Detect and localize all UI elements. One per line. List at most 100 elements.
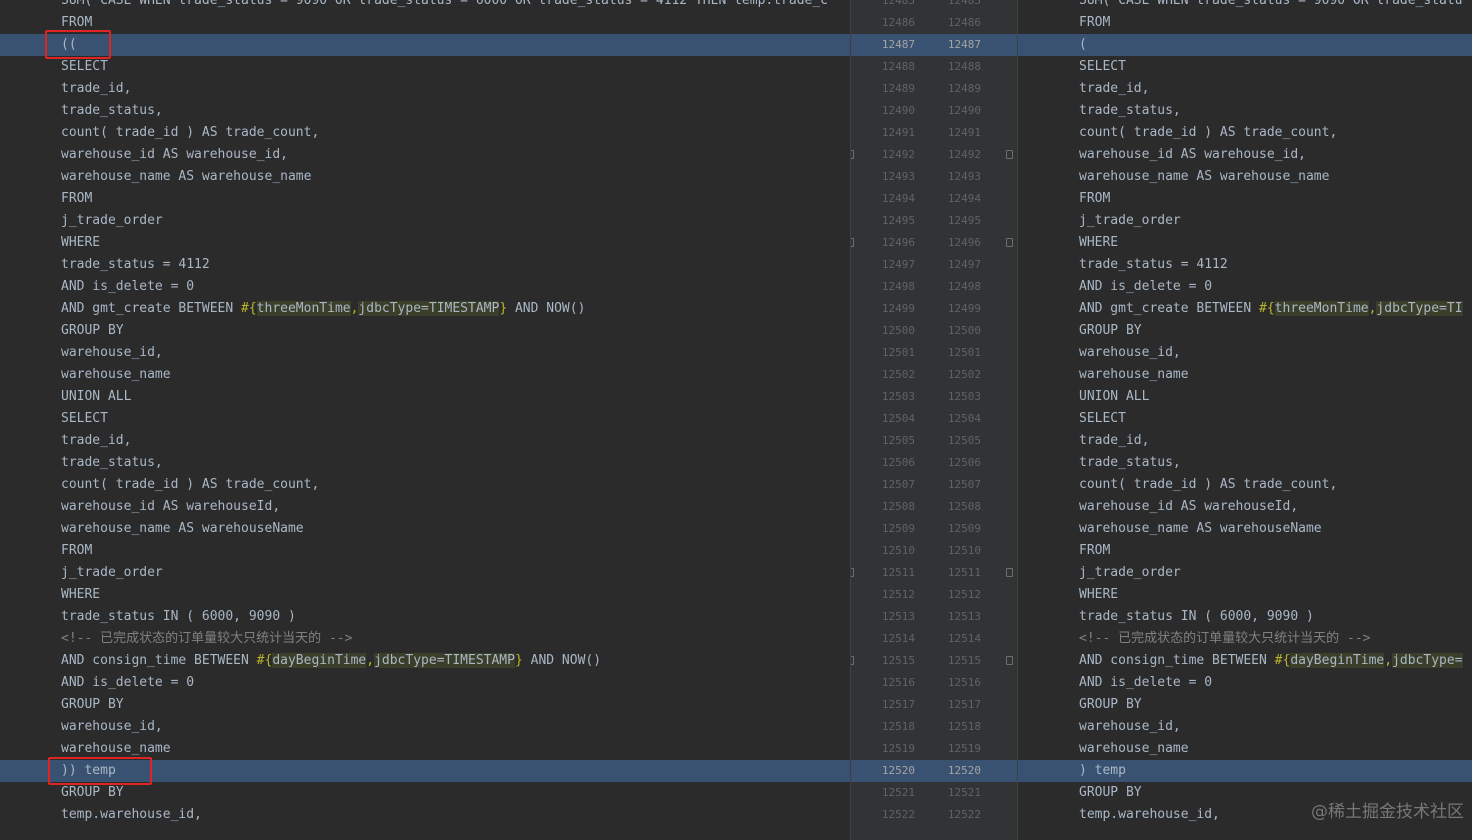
right-editor-pane[interactable]: SUM( CASE WHEN trade_status = 9090 OR tr… xyxy=(1018,0,1472,840)
fold-marker-icon[interactable] xyxy=(851,150,854,159)
code-line[interactable]: j_trade_order xyxy=(1018,562,1472,584)
code-line[interactable]: warehouse_name AS warehouse_name xyxy=(1018,166,1472,188)
code-line[interactable]: AND consign_time BETWEEN #{dayBeginTime,… xyxy=(1018,650,1472,672)
code-token: AND NOW() xyxy=(507,301,586,316)
code-line[interactable]: ) temp xyxy=(1018,760,1472,782)
code-line[interactable]: GROUP BY xyxy=(1018,694,1472,716)
code-line[interactable]: SELECT xyxy=(1018,408,1472,430)
code-line[interactable]: SELECT xyxy=(0,408,850,430)
code-line[interactable]: <!-- 已完成状态的订单量较大只统计当天的 --> xyxy=(1018,628,1472,650)
code-line[interactable]: GROUP BY xyxy=(0,694,850,716)
code-token: warehouse_id, xyxy=(1079,345,1181,360)
code-line[interactable]: AND is_delete = 0 xyxy=(1018,276,1472,298)
right-line-number: 12511 xyxy=(947,566,981,579)
code-line[interactable]: count( trade_id ) AS trade_count, xyxy=(1018,474,1472,496)
code-line[interactable]: trade_status, xyxy=(1018,100,1472,122)
code-line[interactable]: SUM( CASE WHEN trade_status = 9090 OR tr… xyxy=(1018,0,1472,12)
code-line[interactable]: GROUP BY xyxy=(0,320,850,342)
code-line[interactable]: warehouse_name AS warehouseName xyxy=(0,518,850,540)
fold-marker-icon[interactable] xyxy=(1006,656,1013,665)
code-line[interactable]: WHERE xyxy=(1018,232,1472,254)
left-editor-pane[interactable]: SUM( CASE WHEN trade_status = 9090 OR tr… xyxy=(0,0,850,840)
code-line[interactable]: warehouse_name AS warehouse_name xyxy=(0,166,850,188)
code-text: FROM xyxy=(1079,12,1110,34)
code-line[interactable]: trade_status, xyxy=(0,100,850,122)
code-line[interactable]: warehouse_id AS warehouse_id, xyxy=(0,144,850,166)
code-line[interactable]: trade_id, xyxy=(0,430,850,452)
code-line[interactable]: FROM xyxy=(1018,540,1472,562)
code-line[interactable]: j_trade_order xyxy=(1018,210,1472,232)
code-line[interactable]: warehouse_id, xyxy=(1018,342,1472,364)
code-token: trade_status, xyxy=(61,455,163,470)
fold-marker-icon[interactable] xyxy=(851,656,854,665)
code-line[interactable]: trade_id, xyxy=(0,78,850,100)
code-line[interactable]: j_trade_order xyxy=(0,562,850,584)
code-line[interactable]: FROM xyxy=(0,540,850,562)
code-line[interactable]: warehouse_name xyxy=(1018,738,1472,760)
code-line[interactable]: WHERE xyxy=(1018,584,1472,606)
code-line[interactable]: trade_status = 4112 xyxy=(0,254,850,276)
code-line[interactable]: AND gmt_create BETWEEN #{threeMonTime,jd… xyxy=(0,298,850,320)
code-line[interactable]: FROM xyxy=(1018,188,1472,210)
fold-marker-icon[interactable] xyxy=(851,568,854,577)
code-line[interactable]: AND is_delete = 0 xyxy=(0,672,850,694)
code-line[interactable]: trade_status, xyxy=(1018,452,1472,474)
code-line[interactable]: trade_status = 4112 xyxy=(1018,254,1472,276)
fold-marker-icon[interactable] xyxy=(851,238,854,247)
code-token: j_trade_order xyxy=(61,213,163,228)
code-token: jdbcType=TI xyxy=(1376,301,1463,316)
code-line[interactable]: warehouse_id, xyxy=(0,342,850,364)
code-line[interactable]: AND is_delete = 0 xyxy=(1018,672,1472,694)
code-text: count( trade_id ) AS trade_count, xyxy=(61,122,319,144)
code-line[interactable]: count( trade_id ) AS trade_count, xyxy=(0,474,850,496)
code-line[interactable]: warehouse_id AS warehouse_id, xyxy=(1018,144,1472,166)
code-line[interactable]: GROUP BY xyxy=(1018,320,1472,342)
code-line[interactable]: (( xyxy=(0,34,850,56)
code-line[interactable]: j_trade_order xyxy=(0,210,850,232)
code-token: #{ xyxy=(256,653,273,668)
code-line[interactable]: AND gmt_create BETWEEN #{threeMonTime,jd… xyxy=(1018,298,1472,320)
code-line[interactable]: trade_id, xyxy=(1018,430,1472,452)
code-line[interactable]: count( trade_id ) AS trade_count, xyxy=(0,122,850,144)
code-line[interactable]: warehouse_id, xyxy=(0,716,850,738)
fold-marker-icon[interactable] xyxy=(1006,238,1013,247)
code-line[interactable]: count( trade_id ) AS trade_count, xyxy=(1018,122,1472,144)
code-line[interactable]: UNION ALL xyxy=(1018,386,1472,408)
code-line[interactable]: trade_id, xyxy=(1018,78,1472,100)
code-line[interactable]: ( xyxy=(1018,34,1472,56)
code-line[interactable]: AND is_delete = 0 xyxy=(0,276,850,298)
code-line[interactable]: WHERE xyxy=(0,232,850,254)
code-token: trade_status = 4112 xyxy=(61,257,210,272)
left-line-number: 12489 xyxy=(881,82,915,95)
code-line[interactable]: <!-- 已完成状态的订单量较大只统计当天的 --> xyxy=(0,628,850,650)
code-line[interactable]: WHERE xyxy=(0,584,850,606)
code-text: count( trade_id ) AS trade_count, xyxy=(61,474,319,496)
code-line[interactable]: GROUP BY xyxy=(0,782,850,804)
code-line[interactable]: SUM( CASE WHEN trade_status = 9090 OR tr… xyxy=(0,0,850,12)
code-text: j_trade_order xyxy=(61,562,163,584)
code-line[interactable]: warehouse_id, xyxy=(1018,716,1472,738)
code-line[interactable]: trade_status IN ( 6000, 9090 ) xyxy=(1018,606,1472,628)
gutter-row: 12486 12486 xyxy=(851,12,1017,34)
code-line[interactable]: SELECT xyxy=(0,56,850,78)
code-line[interactable]: warehouse_id AS warehouseId, xyxy=(1018,496,1472,518)
code-line[interactable]: FROM xyxy=(0,12,850,34)
code-line[interactable]: SELECT xyxy=(1018,56,1472,78)
code-line[interactable]: UNION ALL xyxy=(0,386,850,408)
code-line[interactable]: trade_status, xyxy=(0,452,850,474)
code-text: SUM( CASE WHEN trade_status = 9090 OR tr… xyxy=(61,0,828,12)
code-line[interactable]: temp.warehouse_id, xyxy=(0,804,850,826)
code-token: FROM xyxy=(61,543,93,558)
code-line[interactable]: warehouse_name AS warehouseName xyxy=(1018,518,1472,540)
code-line[interactable]: warehouse_name xyxy=(1018,364,1472,386)
fold-marker-icon[interactable] xyxy=(1006,150,1013,159)
fold-marker-icon[interactable] xyxy=(1006,568,1013,577)
code-line[interactable]: warehouse_id AS warehouseId, xyxy=(0,496,850,518)
code-line[interactable]: trade_status IN ( 6000, 9090 ) xyxy=(0,606,850,628)
code-line[interactable]: warehouse_name xyxy=(0,364,850,386)
code-text: AND gmt_create BETWEEN #{threeMonTime,jd… xyxy=(1079,298,1463,320)
code-line[interactable]: FROM xyxy=(1018,12,1472,34)
watermark: @稀土掘金技术社区 xyxy=(1311,802,1464,822)
code-line[interactable]: AND consign_time BETWEEN #{dayBeginTime,… xyxy=(0,650,850,672)
code-line[interactable]: FROM xyxy=(0,188,850,210)
